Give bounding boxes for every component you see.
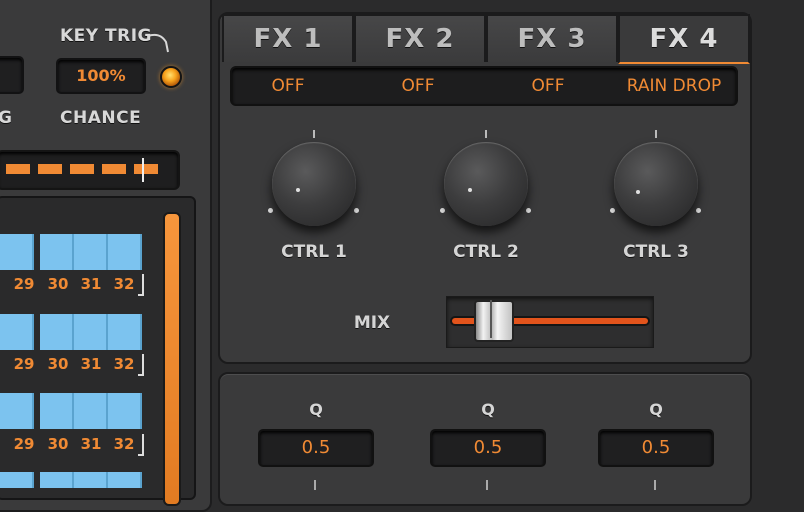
step-cell[interactable] — [74, 314, 108, 350]
step-number: 31 — [80, 355, 102, 373]
fx-slot-2[interactable]: OFF — [362, 68, 474, 104]
step-cell[interactable] — [108, 393, 142, 429]
q-label: Q — [481, 400, 495, 419]
step-length-bar[interactable] — [0, 150, 180, 190]
step-number: 29 — [13, 275, 35, 293]
step-cell[interactable] — [108, 234, 142, 270]
step-cell[interactable] — [40, 393, 74, 429]
bracket-icon — [138, 354, 144, 376]
q-tick — [654, 480, 656, 490]
step-row — [0, 234, 144, 270]
knob-scale-dot — [610, 208, 615, 213]
scroll-rail[interactable] — [163, 212, 181, 506]
q-value-1[interactable]: 0.5 — [258, 429, 374, 467]
fx-slot-1[interactable]: OFF — [232, 68, 344, 104]
tab-fx4[interactable]: FX 4 — [618, 14, 750, 64]
step-cell[interactable] — [108, 472, 142, 488]
key-trig-led-icon[interactable] — [160, 66, 182, 88]
knob-top-tick — [313, 130, 315, 138]
fx-slot-4[interactable]: RAIN DROP — [612, 68, 736, 104]
mix-slider-thumb[interactable] — [474, 300, 514, 342]
step-cell[interactable] — [40, 314, 74, 350]
q-tick — [314, 480, 316, 490]
ctrl2-label: CTRL 2 — [453, 242, 519, 262]
bracket-icon — [138, 274, 144, 296]
step-number: 31 — [80, 435, 102, 453]
ctrl1-label: CTRL 1 — [281, 242, 347, 262]
step-cell[interactable] — [40, 472, 74, 488]
tab-fx1[interactable]: FX 1 — [222, 14, 354, 62]
chance-label: CHANCE — [60, 108, 142, 128]
q-label: Q — [649, 400, 663, 419]
key-trig-label: KEY TRIG — [60, 26, 152, 46]
step-cell[interactable] — [0, 234, 34, 270]
tab-fx2[interactable]: FX 2 — [354, 14, 486, 62]
knob-top-tick — [655, 130, 657, 138]
step-cell[interactable] — [74, 472, 108, 488]
step-number: 31 — [80, 275, 102, 293]
q-label: Q — [309, 400, 323, 419]
q-value-3[interactable]: 0.5 — [598, 429, 714, 467]
chance-value[interactable]: 100% — [56, 58, 146, 94]
left-value-box[interactable] — [0, 56, 24, 94]
knob-scale-dot — [526, 208, 531, 213]
knob-scale-dot — [354, 208, 359, 213]
cut-label: G — [0, 108, 13, 128]
knob-top-tick — [485, 130, 487, 138]
step-cell[interactable] — [108, 314, 142, 350]
ctrl3-label: CTRL 3 — [623, 242, 689, 262]
ctrl2-knob[interactable] — [444, 142, 528, 226]
ctrl1-knob[interactable] — [272, 142, 356, 226]
knob-indicator-icon — [636, 190, 640, 194]
bracket-icon — [138, 434, 144, 456]
step-cell[interactable] — [74, 234, 108, 270]
slider-thumb-grip-icon — [490, 300, 492, 338]
knob-indicator-icon — [296, 188, 300, 192]
step-number: 30 — [47, 275, 69, 293]
knob-scale-dot — [440, 208, 445, 213]
step-number: 29 — [13, 355, 35, 373]
step-cell[interactable] — [0, 393, 34, 429]
step-number: 32 — [113, 275, 135, 293]
step-number: 30 — [47, 435, 69, 453]
fx-slot-strip: OFF OFF OFF RAIN DROP — [230, 66, 738, 106]
step-number: 29 — [13, 435, 35, 453]
step-cell[interactable] — [74, 393, 108, 429]
step-cell[interactable] — [40, 234, 74, 270]
q-value-2[interactable]: 0.5 — [430, 429, 546, 467]
knob-indicator-icon — [468, 188, 472, 192]
knob-scale-dot — [268, 208, 273, 213]
q-tick — [486, 480, 488, 490]
step-number: 32 — [113, 355, 135, 373]
step-cell[interactable] — [0, 472, 34, 488]
step-row — [0, 314, 144, 350]
step-row — [0, 472, 144, 488]
step-cell[interactable] — [0, 314, 34, 350]
knob-scale-dot — [696, 208, 701, 213]
step-row — [0, 393, 144, 429]
mix-label: MIX — [353, 313, 391, 333]
fx-slot-3[interactable]: OFF — [492, 68, 604, 104]
key-trig-arrow-icon — [147, 33, 169, 53]
tab-fx3[interactable]: FX 3 — [486, 14, 618, 62]
step-number: 32 — [113, 435, 135, 453]
step-number: 30 — [47, 355, 69, 373]
ctrl3-knob[interactable] — [614, 142, 698, 226]
